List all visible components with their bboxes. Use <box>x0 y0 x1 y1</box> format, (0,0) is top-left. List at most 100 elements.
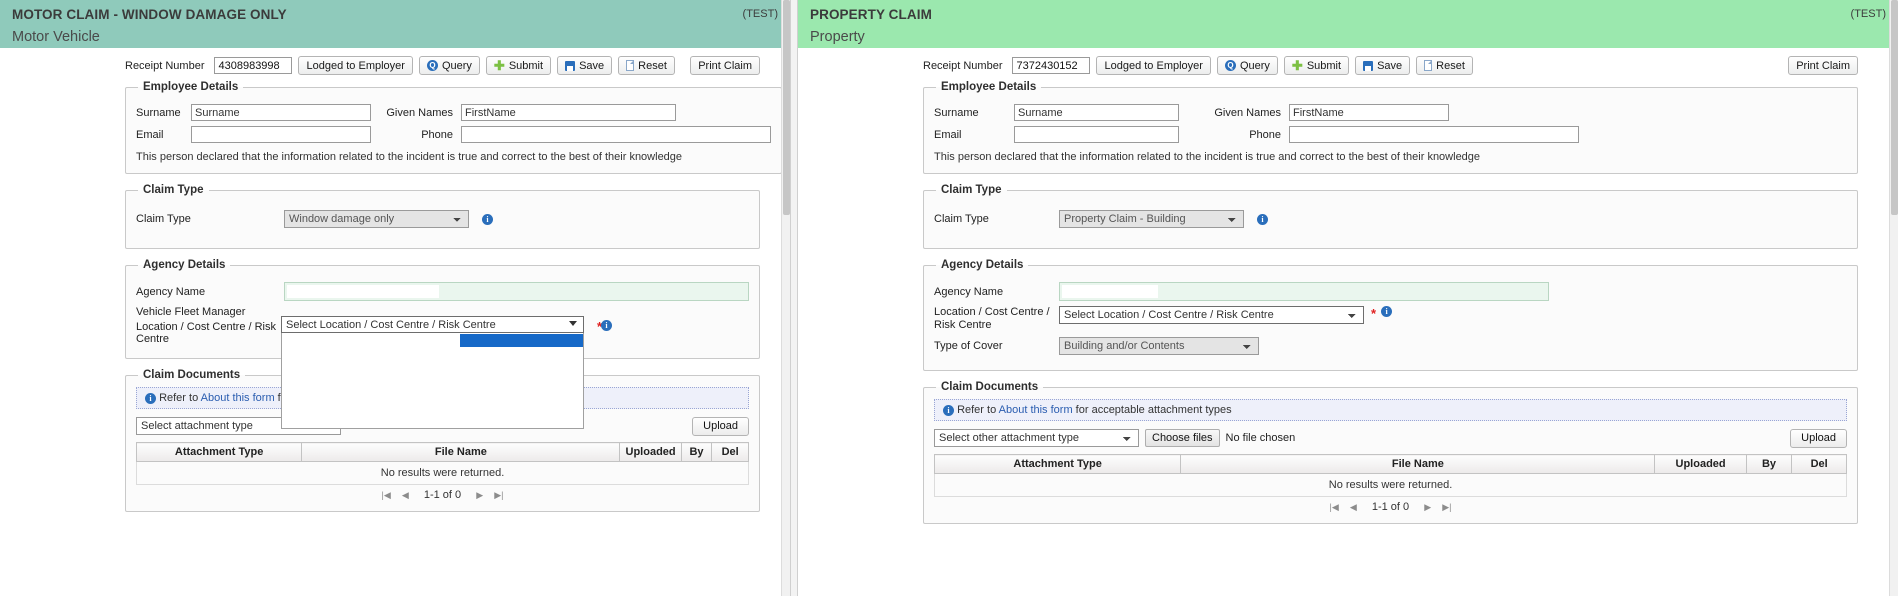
property-claim-type-section: Claim Type Claim Type Property Claim - B… <box>923 184 1858 249</box>
property-scrollbar-thumb[interactable] <box>1891 0 1898 215</box>
property-submit-label: Submit <box>1306 59 1342 72</box>
property-about-this-form-link[interactable]: About this form <box>999 404 1073 416</box>
next-page-icon[interactable]: ▶ <box>1424 502 1431 512</box>
motor-upload-button[interactable]: Upload <box>692 416 749 436</box>
property-cover-row: Type of Cover Building and/or Contents <box>934 337 1847 355</box>
first-page-icon[interactable]: |◀ <box>382 490 391 500</box>
motor-banner-title: MOTOR CLAIM - WINDOW DAMAGE ONLY <box>12 7 287 22</box>
property-claim-pane: PROPERTY CLAIM Property (TEST) Receipt N… <box>798 0 1898 596</box>
property-surname-input[interactable] <box>1014 104 1179 121</box>
motor-attachments-empty-row: No results were returned. <box>136 461 749 485</box>
property-attachments-table: Attachment Type File Name Uploaded By De… <box>933 454 1847 497</box>
property-declaration-text: This person declared that the informatio… <box>934 151 1481 163</box>
property-claim-type-row: Claim Type Property Claim - Building i <box>934 210 1847 228</box>
property-given-names-input[interactable] <box>1289 104 1449 121</box>
motor-email-input[interactable] <box>191 126 371 143</box>
motor-employee-details-section: Employee Details Surname Given Names Ema… <box>125 81 782 174</box>
plus-icon: ✚ <box>1291 58 1303 73</box>
first-page-icon[interactable]: |◀ <box>1330 502 1339 512</box>
property-upload-row: Select other attachment type Choose file… <box>934 428 1847 448</box>
page-icon <box>1424 60 1433 71</box>
property-claim-type-select[interactable]: Property Claim - Building <box>1059 210 1244 228</box>
motor-employee-details-legend: Employee Details <box>143 81 239 93</box>
property-attachment-type-select[interactable]: Select other attachment type <box>934 429 1139 447</box>
motor-claim-type-section: Claim Type Claim Type Window damage only… <box>125 184 760 249</box>
property-reset-label: Reset <box>1436 59 1465 72</box>
property-location-label: Location / Cost Centre / Risk Centre <box>934 306 1050 331</box>
plus-icon: ✚ <box>493 58 505 73</box>
motor-about-this-form-link[interactable]: About this form <box>201 392 275 404</box>
property-claim-type-info-icon[interactable]: i <box>1257 213 1268 225</box>
property-phone-input[interactable] <box>1289 126 1579 143</box>
motor-empty-message: No results were returned. <box>136 461 749 485</box>
motor-location-dropdown-highlighted-option[interactable] <box>460 334 583 347</box>
motor-location-dropdown-overlay[interactable]: Select Location / Cost Centre / Risk Cen… <box>281 316 584 429</box>
motor-location-info-icon[interactable]: i <box>601 320 612 331</box>
motor-pager: |◀ ◀ 1-1 of 0 ▶ ▶| <box>136 485 749 501</box>
motor-agency-name-row: Agency Name <box>136 282 749 301</box>
property-upload-label: Upload <box>1801 432 1836 444</box>
motor-location-select-closed-value[interactable]: Select Location / Cost Centre / Risk Cen… <box>281 316 584 333</box>
motor-agency-name-display <box>284 282 749 301</box>
motor-claim-type-info-icon[interactable]: i <box>482 213 493 225</box>
motor-email-label: Email <box>136 128 164 141</box>
motor-lodged-to-employer-button[interactable]: Lodged to Employer <box>298 56 413 75</box>
property-choose-files-button[interactable]: Choose files <box>1145 429 1220 447</box>
last-page-icon[interactable]: ▶| <box>1442 502 1451 512</box>
motor-env-tag: (TEST) <box>742 8 778 20</box>
motor-scrollbar-thumb[interactable] <box>783 0 790 215</box>
motor-given-names-input[interactable] <box>461 104 676 121</box>
property-agency-name-row: Agency Name <box>934 282 1847 301</box>
property-pane-scrollbar[interactable] <box>1889 0 1898 596</box>
prev-page-icon[interactable]: ◀ <box>1350 502 1357 512</box>
property-choose-files-label: Choose files <box>1152 432 1213 444</box>
prev-page-icon[interactable]: ◀ <box>402 490 409 500</box>
property-save-button[interactable]: Save <box>1355 56 1411 75</box>
motor-reset-button[interactable]: Reset <box>618 56 675 75</box>
property-col-attachment-type: Attachment Type <box>933 454 1182 474</box>
motor-receipt-input[interactable] <box>214 57 293 74</box>
property-location-select[interactable]: Select Location / Cost Centre / Risk Cen… <box>1059 306 1364 324</box>
property-print-claim-button[interactable]: Print Claim <box>1788 56 1858 75</box>
property-receipt-input[interactable] <box>1012 57 1091 74</box>
motor-agency-name-label: Agency Name <box>136 285 206 298</box>
property-email-input[interactable] <box>1014 126 1179 143</box>
motor-location-dropdown-list[interactable] <box>281 333 584 429</box>
motor-attachments-table: Attachment Type File Name Uploaded By De… <box>135 442 749 485</box>
motor-pane-scrollbar[interactable] <box>781 0 790 596</box>
property-type-of-cover-select[interactable]: Building and/or Contents <box>1059 337 1259 355</box>
floppy-disk-icon <box>565 60 576 71</box>
motor-submit-button[interactable]: ✚ Submit <box>485 56 552 75</box>
next-page-icon[interactable]: ▶ <box>476 490 483 500</box>
property-location-info-icon[interactable]: i <box>1381 306 1393 317</box>
floppy-disk-icon <box>1363 60 1374 71</box>
property-banner-subtitle: Property <box>810 29 865 45</box>
motor-query-button[interactable]: Q Query <box>418 56 480 75</box>
last-page-icon[interactable]: ▶| <box>494 490 503 500</box>
motor-name-row: Surname Given Names <box>136 104 771 121</box>
property-upload-button[interactable]: Upload <box>1790 428 1847 448</box>
property-lodged-to-employer-button[interactable]: Lodged to Employer <box>1096 56 1211 75</box>
motor-attachments-header-row: Attachment Type File Name Uploaded By De… <box>135 442 749 462</box>
property-col-del: Del <box>1791 454 1847 474</box>
property-attachments-header-row: Attachment Type File Name Uploaded By De… <box>933 454 1847 474</box>
property-employee-details-section: Employee Details Surname Given Names Ema… <box>923 81 1858 174</box>
property-toolbar: Receipt Number Lodged to Employer Q Quer… <box>923 48 1858 81</box>
property-banner-title: PROPERTY CLAIM <box>810 7 932 22</box>
property-no-file-chosen-text: No file chosen <box>1225 432 1296 444</box>
motor-phone-input[interactable] <box>461 126 771 143</box>
property-submit-button[interactable]: ✚ Submit <box>1283 56 1350 75</box>
property-file-chooser: Choose files No file chosen <box>1145 429 1295 447</box>
motor-claim-type-row: Claim Type Window damage only i <box>136 210 749 228</box>
property-reset-button[interactable]: Reset <box>1416 56 1473 75</box>
motor-claim-type-select[interactable]: Window damage only <box>284 210 469 228</box>
motor-print-claim-button[interactable]: Print Claim <box>690 56 760 75</box>
motor-save-button[interactable]: Save <box>557 56 613 75</box>
property-note-suffix: for acceptable attachment types <box>1072 404 1232 416</box>
property-query-button[interactable]: Q Query <box>1216 56 1278 75</box>
property-surname-label: Surname <box>934 106 979 119</box>
motor-agency-name-value-box <box>287 285 439 298</box>
window-separator <box>790 0 798 596</box>
motor-surname-input[interactable] <box>191 104 371 121</box>
motor-save-label: Save <box>579 59 605 72</box>
